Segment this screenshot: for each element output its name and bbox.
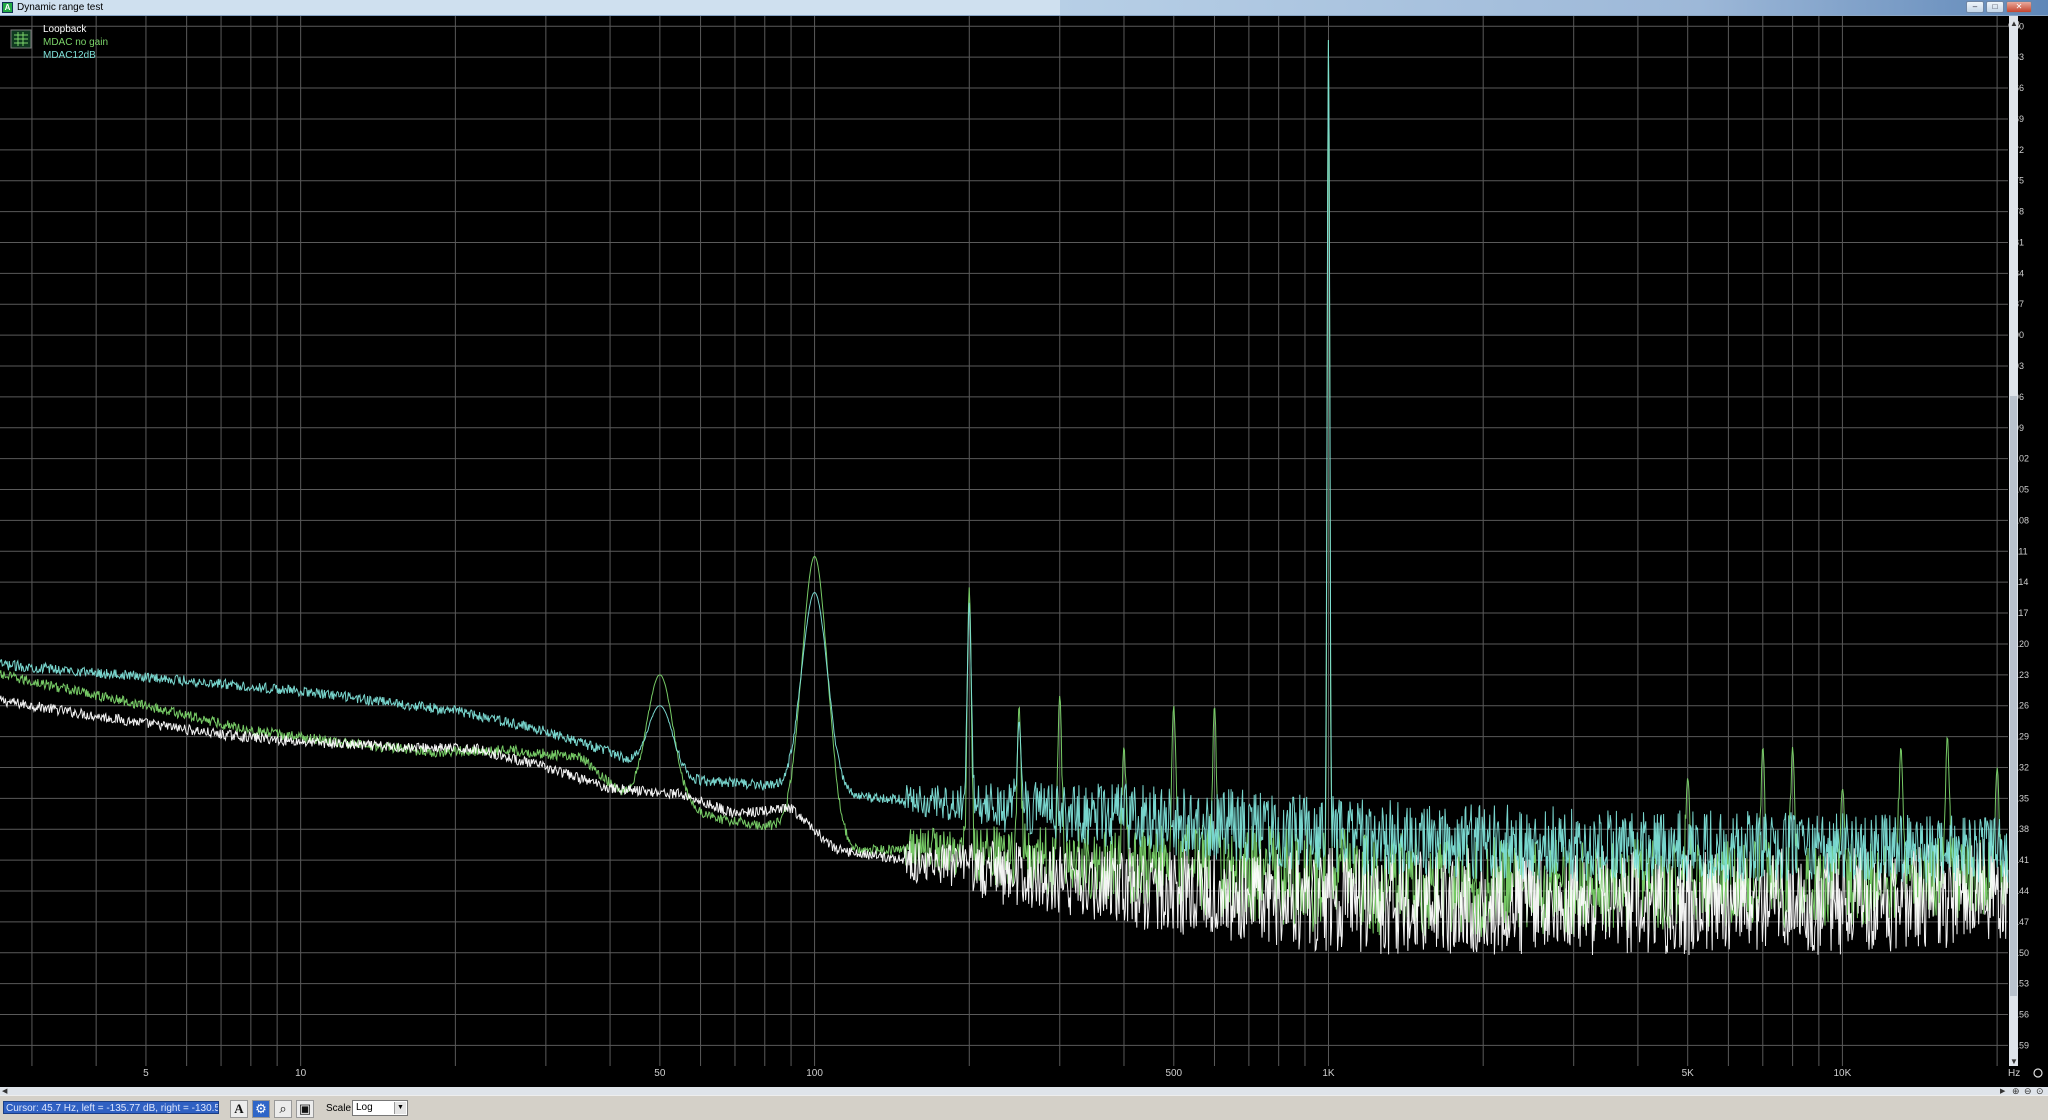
scroll-down-icon[interactable]: ▼ (2010, 1057, 2018, 1066)
horizontal-scrollbar[interactable]: ◀ ▶ ⊕ ⊖ ⊙ (0, 1086, 2048, 1096)
settings-icon[interactable]: ⚙ (252, 1100, 270, 1118)
x-tick-label: 1K (1322, 1068, 1335, 1079)
x-tick-label: 10K (1834, 1068, 1852, 1079)
text-tool-icon[interactable]: A (230, 1100, 248, 1118)
x-tick-label: 5 (143, 1068, 149, 1079)
save-icon[interactable]: ▣ (296, 1100, 314, 1118)
scroll-right-icon[interactable]: ▶ (2000, 1087, 2005, 1095)
scale-select-value: Log (356, 1102, 373, 1113)
scroll-up-icon[interactable]: ▲ (2010, 19, 2018, 28)
legend-entry: MDAC12dB (43, 50, 96, 61)
x-tick-label: 5K (1682, 1068, 1695, 1079)
minimize-button[interactable]: – (1966, 1, 1984, 13)
app-icon: A (2, 2, 13, 13)
spectrum-chart[interactable]: 510501005001K5K10K -60-63-66-69-72-75-78… (0, 16, 2048, 1087)
close-button[interactable]: ✕ (2006, 1, 2032, 13)
x-tick-label: 50 (654, 1068, 666, 1079)
zoom-tool-icon[interactable]: ⌕ (274, 1100, 292, 1118)
legend-entry: MDAC no gain (43, 37, 108, 48)
window-title: Dynamic range test (17, 2, 104, 13)
cursor-readout: Cursor: 45.7 Hz, left = -135.77 dB, righ… (3, 1101, 219, 1114)
scroll-left-icon[interactable]: ◀ (2, 1087, 7, 1095)
window-titlebar[interactable]: A Dynamic range test – □ ✕ (0, 0, 2048, 16)
x-tick-label: 500 (1165, 1068, 1182, 1079)
x-unit-label: Hz (2008, 1068, 2020, 1079)
x-tick-label: 100 (806, 1068, 823, 1079)
scale-select[interactable]: Log ▼ (352, 1100, 408, 1116)
status-bar: Cursor: 45.7 Hz, left = -135.77 dB, righ… (0, 1095, 2048, 1120)
chevron-down-icon[interactable]: ▼ (394, 1102, 406, 1114)
scale-label: Scale (326, 1103, 352, 1114)
legend-entry: Loopback (43, 24, 87, 35)
maximize-button[interactable]: □ (1986, 1, 2004, 13)
vertical-scrollbar-thumb[interactable] (2010, 396, 2017, 996)
x-tick-label: 10 (295, 1068, 307, 1079)
